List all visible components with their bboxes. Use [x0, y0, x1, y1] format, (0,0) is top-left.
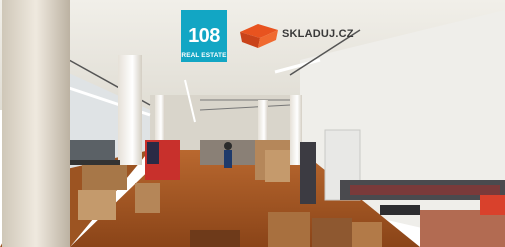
- logo-108-number: 108: [188, 25, 220, 47]
- real-estate-108-logo: 108 REAL ESTATE: [181, 10, 227, 62]
- box-icon: [240, 24, 278, 48]
- skladuj-logo-text: SKLADUJ.CZ: [282, 28, 354, 40]
- logo-108-subtitle: REAL ESTATE: [181, 52, 227, 59]
- photo-frame: 108 REAL ESTATE SKLADUJ.CZ: [0, 0, 505, 247]
